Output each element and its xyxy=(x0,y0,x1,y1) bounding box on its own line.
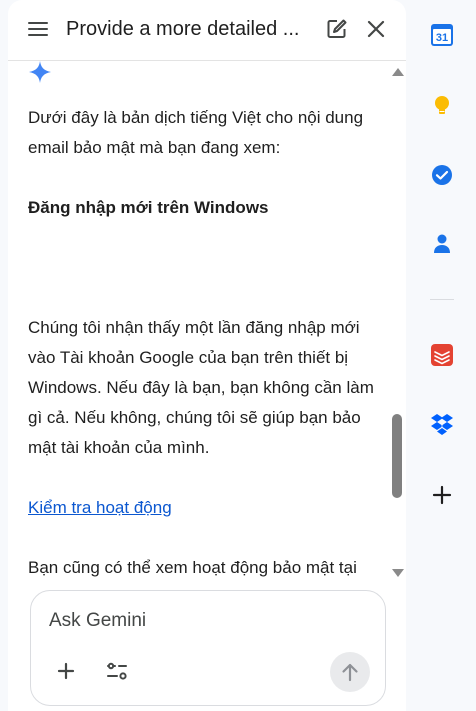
rail-divider xyxy=(430,299,454,300)
scroll-up-arrow[interactable] xyxy=(392,68,404,76)
calendar-day-text: 31 xyxy=(436,32,448,44)
intro-paragraph: Dưới đây là bản dịch tiếng Việt cho nội … xyxy=(28,108,364,157)
response-content: Dưới đây là bản dịch tiếng Việt cho nội … xyxy=(28,60,388,580)
edit-icon[interactable] xyxy=(325,17,349,41)
plus-icon[interactable] xyxy=(54,659,78,683)
hamburger-menu-icon[interactable] xyxy=(28,20,48,38)
prompt-composer xyxy=(30,590,386,706)
calendar-icon[interactable]: 31 xyxy=(430,23,454,47)
tune-icon[interactable] xyxy=(105,659,129,683)
todoist-icon[interactable] xyxy=(430,343,454,367)
dropbox-icon[interactable] xyxy=(430,412,454,436)
check-activity-link[interactable]: Kiểm tra hoạt động xyxy=(28,498,172,517)
more-paragraph: Bạn cũng có thể xem hoạt động bảo mật tạ… xyxy=(28,558,357,577)
gemini-side-panel: Provide a more detailed ... Dưới đây là … xyxy=(8,0,406,711)
side-app-rail: 31 xyxy=(406,0,476,711)
body-paragraph: Chúng tôi nhận thấy một lần đăng nhập mớ… xyxy=(28,318,374,457)
email-heading: Đăng nhập mới trên Windows xyxy=(28,198,269,217)
close-icon[interactable] xyxy=(364,17,388,41)
add-addon-icon[interactable] xyxy=(430,483,454,507)
arrow-up-icon xyxy=(342,663,358,682)
link-row: Kiểm tra hoạt động xyxy=(28,493,388,523)
scroll-down-arrow[interactable] xyxy=(392,569,404,577)
conversation-title: Provide a more detailed ... xyxy=(66,18,300,40)
ask-gemini-input[interactable] xyxy=(49,607,359,635)
panel-header: Provide a more detailed ... xyxy=(8,0,406,61)
gemini-sparkle-icon xyxy=(28,60,52,84)
contacts-icon[interactable] xyxy=(430,231,454,255)
scrollbar-thumb[interactable] xyxy=(392,414,402,498)
send-button[interactable] xyxy=(330,652,370,692)
keep-icon[interactable] xyxy=(430,93,454,117)
tasks-icon[interactable] xyxy=(430,163,454,187)
